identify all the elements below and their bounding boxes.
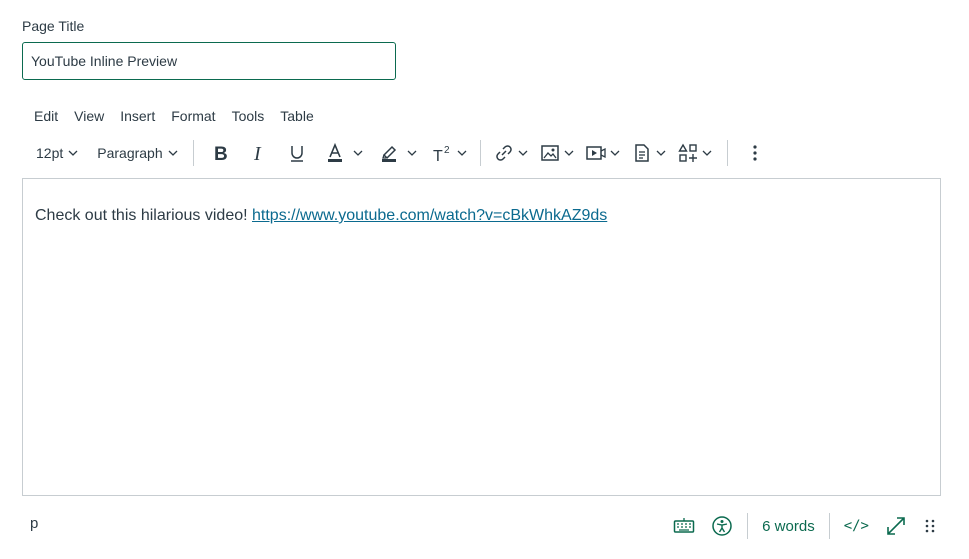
editor-paragraph[interactable]: Check out this hilarious video! https://… bbox=[35, 207, 607, 225]
html-editor-toggle[interactable]: </> bbox=[836, 510, 877, 542]
svg-text:I: I bbox=[253, 143, 262, 164]
apps-icon bbox=[677, 143, 697, 162]
toolbar-divider bbox=[726, 140, 728, 166]
youtube-link[interactable]: https://www.youtube.com/watch?v=cBkWhkAZ… bbox=[252, 207, 607, 224]
page-title-input[interactable] bbox=[22, 42, 396, 80]
menu-insert[interactable]: Insert bbox=[112, 106, 163, 126]
fullscreen-button[interactable] bbox=[877, 510, 915, 542]
resize-handle[interactable] bbox=[915, 510, 941, 542]
underline-button[interactable] bbox=[286, 138, 308, 168]
keyboard-icon bbox=[673, 518, 695, 533]
toolbar-divider bbox=[479, 140, 481, 166]
toolbar-divider bbox=[192, 140, 194, 166]
statusbar-divider bbox=[828, 513, 830, 539]
italic-button[interactable]: I bbox=[248, 138, 270, 168]
media-icon bbox=[585, 146, 606, 160]
chevron-down-icon bbox=[457, 150, 467, 156]
bold-icon: B bbox=[214, 144, 228, 164]
word-count-button[interactable]: 6 words bbox=[754, 510, 823, 542]
highlight-color-button[interactable] bbox=[378, 138, 418, 168]
expand-icon bbox=[887, 517, 905, 535]
font-size-dropdown[interactable]: 12pt bbox=[26, 138, 79, 168]
code-view-icon: </> bbox=[843, 518, 869, 534]
underline-icon bbox=[290, 146, 303, 162]
media-button[interactable] bbox=[585, 138, 621, 168]
image-button[interactable] bbox=[539, 138, 575, 168]
svg-text:T: T bbox=[433, 148, 443, 164]
chevron-down-icon bbox=[702, 150, 712, 156]
apps-button[interactable] bbox=[677, 138, 713, 168]
editor-content-area[interactable]: Check out this hilarious video! https://… bbox=[22, 178, 941, 496]
menu-format[interactable]: Format bbox=[163, 106, 223, 126]
editor-toolbar: 12pt Paragraph B I T2 bbox=[26, 138, 766, 168]
chevron-down-icon bbox=[656, 150, 666, 156]
link-icon bbox=[495, 145, 512, 161]
keyboard-shortcuts-button[interactable] bbox=[665, 510, 703, 542]
svg-text:2: 2 bbox=[444, 145, 450, 156]
italic-icon: I bbox=[253, 143, 262, 164]
statusbar-controls: 6 words </> bbox=[665, 510, 941, 542]
text-color-icon bbox=[327, 142, 342, 162]
menu-tools[interactable]: Tools bbox=[224, 106, 273, 126]
block-format-value: Paragraph bbox=[97, 145, 163, 161]
document-button[interactable] bbox=[631, 138, 667, 168]
word-count: 6 words bbox=[762, 517, 815, 535]
menu-edit[interactable]: Edit bbox=[26, 106, 66, 126]
superscript-icon: T2 bbox=[433, 145, 450, 164]
block-format-dropdown[interactable]: Paragraph bbox=[97, 138, 178, 168]
menu-table[interactable]: Table bbox=[272, 106, 321, 126]
image-icon bbox=[540, 145, 559, 161]
superscript-button[interactable]: T2 bbox=[432, 138, 468, 168]
more-icon bbox=[753, 145, 757, 161]
chevron-down-icon bbox=[68, 150, 78, 156]
accessibility-checker-button[interactable] bbox=[703, 510, 741, 542]
accessibility-icon bbox=[712, 516, 732, 536]
chevron-down-icon bbox=[610, 150, 620, 156]
page-title-label: Page Title bbox=[22, 18, 85, 34]
statusbar-divider bbox=[747, 513, 749, 539]
drag-handle-icon bbox=[925, 519, 935, 533]
more-toolbar-button[interactable] bbox=[744, 138, 766, 168]
highlight-icon bbox=[381, 145, 396, 162]
chevron-down-icon bbox=[168, 150, 178, 156]
chevron-down-icon bbox=[353, 150, 363, 156]
menu-view[interactable]: View bbox=[66, 106, 112, 126]
text-color-button[interactable] bbox=[324, 138, 364, 168]
editor-statusbar: p 6 words </> bbox=[22, 506, 941, 546]
chevron-down-icon bbox=[564, 150, 574, 156]
link-button[interactable] bbox=[493, 138, 529, 168]
editor-menubar: Edit View Insert Format Tools Table bbox=[26, 106, 322, 126]
svg-text:B: B bbox=[214, 144, 228, 164]
chevron-down-icon bbox=[518, 150, 528, 156]
document-icon bbox=[634, 144, 649, 162]
element-path[interactable]: p bbox=[30, 515, 38, 532]
chevron-down-icon bbox=[407, 150, 417, 156]
editor-text: Check out this hilarious video! bbox=[35, 207, 252, 224]
bold-button[interactable]: B bbox=[210, 138, 232, 168]
font-size-value: 12pt bbox=[36, 145, 64, 161]
